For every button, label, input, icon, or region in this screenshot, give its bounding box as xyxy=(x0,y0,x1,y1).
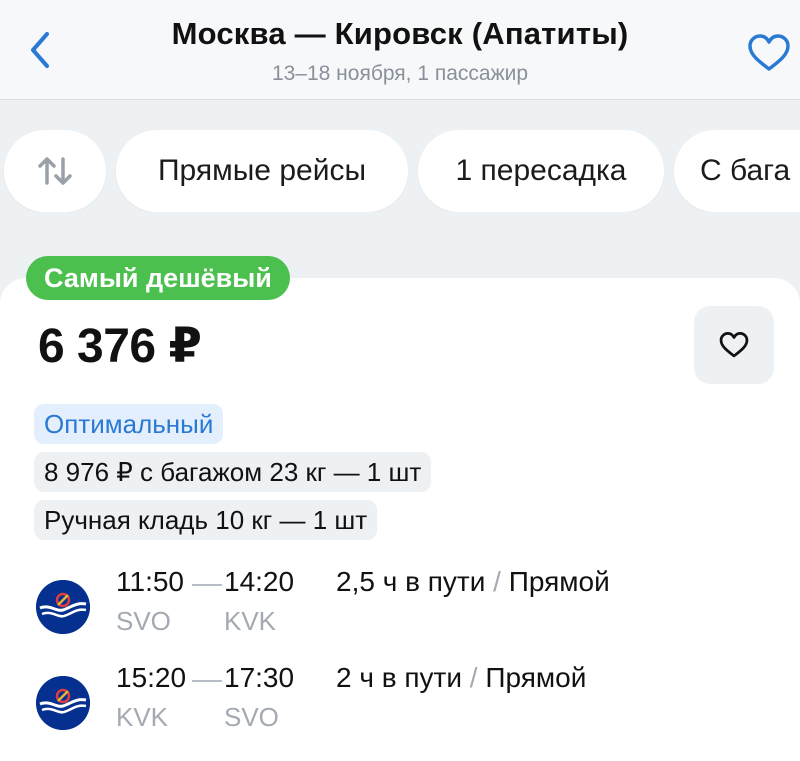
sort-button[interactable] xyxy=(4,130,106,212)
flight-type: Прямой xyxy=(508,566,610,597)
baggage-price-tag[interactable]: 8 976 ₽ с багажом 23 кг — 1 шт xyxy=(34,452,432,492)
heart-outline-icon xyxy=(719,332,749,358)
flight-segment-outbound: 11:50 14:20 SVO KVK 2,5 ч в пути / Прямо… xyxy=(0,566,800,656)
departure-time: 11:50 xyxy=(116,566,184,597)
time-divider xyxy=(192,680,222,682)
arrival-airport: SVO xyxy=(224,702,279,732)
flight-duration: 2,5 ч в пути / Прямой xyxy=(336,566,610,598)
flight-type: Прямой xyxy=(485,662,587,693)
duration-separator: / xyxy=(485,566,509,597)
departure-airport: SVO xyxy=(116,606,171,636)
page-subtitle: 13–18 ноября, 1 пассажир xyxy=(271,62,529,85)
filter-direct-flights[interactable]: Прямые рейсы xyxy=(116,130,408,212)
filter-chips: Прямые рейсы 1 пересадка С бага xyxy=(0,130,800,212)
duration-text: 2,5 ч в пути xyxy=(336,566,486,597)
top-bar: Москва — Кировск (Апатиты) 13–18 ноября,… xyxy=(0,0,800,100)
filter-one-transfer[interactable]: 1 пересадка xyxy=(418,130,664,212)
page-title: Москва — Кировск (Апатиты) xyxy=(171,16,629,51)
sort-arrows-icon xyxy=(38,157,72,185)
offer-favorite-button[interactable] xyxy=(694,306,774,384)
duration-text: 2 ч в пути xyxy=(336,662,462,693)
hand-luggage-tag: Ручная кладь 10 кг — 1 шт xyxy=(34,500,378,540)
aeroflot-logo-icon xyxy=(36,580,90,634)
cheapest-badge: Самый дешёвый xyxy=(26,256,290,300)
flight-duration: 2 ч в пути / Прямой xyxy=(336,662,586,694)
arrival-time: 17:30 xyxy=(224,662,295,693)
arrival-airport: KVK xyxy=(224,606,277,636)
aeroflot-logo-icon xyxy=(36,676,90,730)
optimal-tag: Оптимальный xyxy=(34,404,224,444)
flight-segment-return: 15:20 17:30 KVK SVO 2 ч в пути / Прямой xyxy=(0,662,800,752)
offer-price: 6 376 ₽ xyxy=(38,320,202,373)
departure-airport: KVK xyxy=(116,702,169,732)
favorite-route-button[interactable] xyxy=(742,30,796,76)
departure-time: 15:20 xyxy=(116,662,187,693)
duration-separator: / xyxy=(462,662,486,693)
time-divider xyxy=(192,584,222,586)
arrival-time: 14:20 xyxy=(224,566,295,597)
heart-outline-icon xyxy=(748,34,790,71)
filter-with-baggage[interactable]: С бага xyxy=(674,130,800,212)
